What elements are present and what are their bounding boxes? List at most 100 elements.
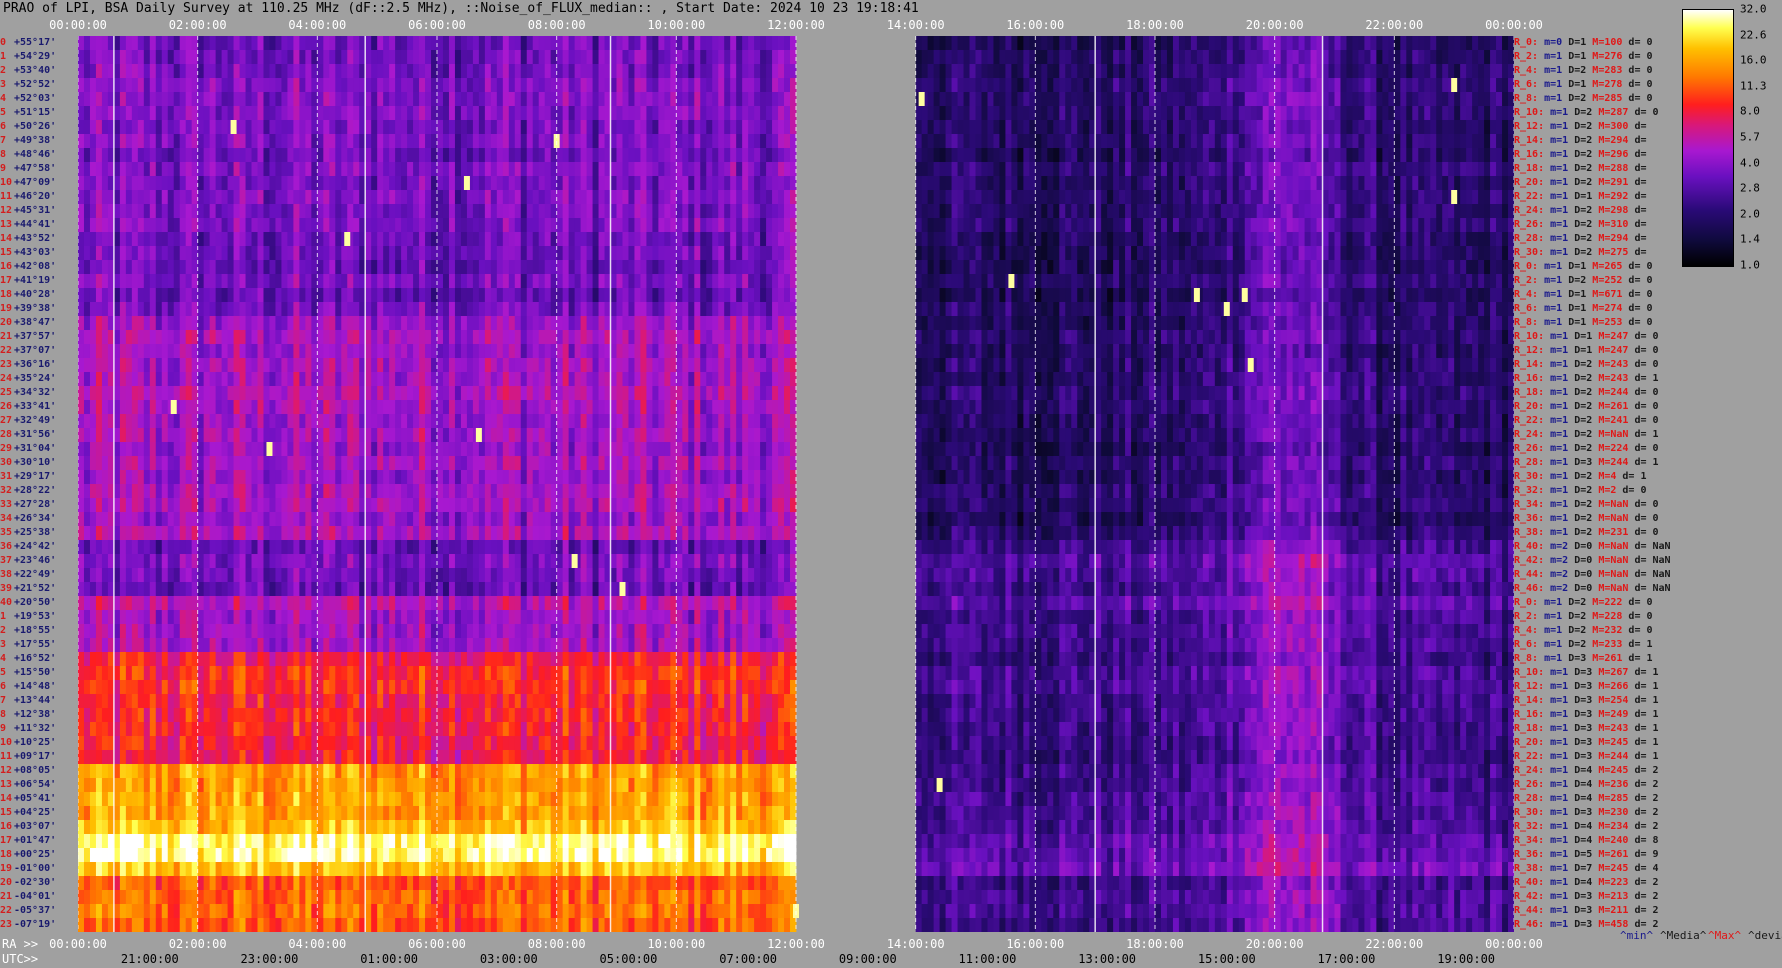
heatmap-cell [119, 36, 127, 51]
heatmap-cell [586, 246, 593, 261]
heatmap-cell [586, 148, 593, 163]
heatmap-cell [1071, 92, 1078, 107]
heatmap-cell [670, 36, 677, 51]
heatmap-cell [191, 176, 199, 191]
heatmap-cell [425, 204, 432, 219]
heatmap-cell [999, 302, 1006, 317]
heatmap-cell [1017, 204, 1024, 219]
heatmap-cell [562, 36, 570, 51]
heatmap-cell [1406, 64, 1413, 79]
heatmap-cell [628, 218, 635, 233]
heatmap-cell [1484, 134, 1491, 149]
heatmap-cell [1298, 260, 1305, 275]
heatmap-cell [748, 50, 755, 65]
heatmap-cell [1502, 176, 1509, 191]
heatmap-cell [155, 176, 163, 191]
heatmap-cell [1119, 302, 1126, 317]
dec-row-label: 7 +49°38' [0, 134, 56, 148]
heatmap-cell [197, 50, 205, 65]
heatmap-cell [1364, 120, 1371, 135]
heatmap-cell [275, 288, 282, 303]
heatmap-cell [927, 162, 935, 177]
heatmap-cell [622, 50, 629, 65]
heatmap-cell [407, 330, 414, 345]
heatmap-cell [323, 232, 330, 247]
heatmap-cell [353, 148, 360, 163]
heatmap-cell [927, 246, 935, 261]
heatmap-cell [544, 260, 552, 275]
heatmap-cell [1490, 302, 1497, 317]
heatmap-cell [999, 134, 1006, 149]
heatmap-cell [1382, 50, 1389, 65]
heatmap-cell [1496, 162, 1503, 177]
heatmap-cell [209, 176, 217, 191]
heatmap-cell [95, 36, 103, 51]
heatmap-cell [466, 50, 474, 65]
heatmap-cell [1370, 246, 1377, 261]
heatmap-cell [215, 176, 222, 191]
dec-row-label: 25 +34°32' [0, 386, 56, 400]
heatmap-cell [179, 260, 187, 275]
heatmap-cell [1232, 246, 1240, 261]
heatmap-cell [1304, 134, 1311, 149]
heatmap-cell [335, 274, 342, 289]
heatmap-cell [550, 36, 558, 51]
heatmap-cell [1340, 162, 1347, 177]
heatmap-cell [1280, 120, 1288, 135]
heatmap-cell [1190, 64, 1198, 79]
heatmap-cell [173, 64, 181, 79]
heatmap-cell [203, 316, 211, 331]
heatmap-cell [502, 218, 510, 233]
heatmap-cell [1394, 36, 1401, 51]
heatmap-cell [407, 78, 414, 93]
heatmap-cell [951, 50, 958, 65]
heatmap-cell [371, 120, 378, 135]
heatmap-cell [1328, 302, 1335, 317]
dec-row-label: 24 +35°24' [0, 372, 56, 386]
heatmap-cell [1442, 232, 1449, 247]
row-index: 7 [0, 135, 7, 146]
heatmap-cell [963, 92, 970, 107]
heatmap-cell [377, 288, 384, 303]
heatmap-cell [1196, 78, 1204, 93]
heatmap-cell [1005, 288, 1012, 303]
heatmap-cell [1226, 218, 1234, 233]
heatmap-cell [748, 260, 755, 275]
heatmap-cell [221, 330, 228, 345]
heatmap-cell [281, 134, 288, 149]
heatmap-cell [514, 204, 522, 219]
heatmap-cell [472, 218, 480, 233]
heatmap-cell [185, 204, 193, 219]
heatmap-cell [1466, 288, 1473, 303]
heatmap-cell [1358, 232, 1365, 247]
heatmap-cell [1131, 134, 1138, 149]
heatmap-cell [742, 288, 749, 303]
heatmap-cell [454, 302, 462, 317]
heatmap-cell [1442, 246, 1449, 261]
heatmap-cell [700, 50, 707, 65]
heatmap-cell [185, 218, 193, 233]
heatmap-cell [1131, 204, 1138, 219]
heatmap-cell [634, 330, 641, 345]
heatmap-cell [425, 232, 432, 247]
heatmap-cell [1352, 120, 1359, 135]
heatmap-cell [1496, 232, 1503, 247]
heatmap-cell [700, 274, 707, 289]
heatmap-cell [526, 274, 534, 289]
heatmap-cell [179, 218, 187, 233]
declination-value: +51°15' [14, 107, 57, 118]
heatmap-cell [1352, 106, 1359, 121]
heatmap-cell [203, 134, 211, 149]
heatmap-cell [975, 36, 982, 51]
heatmap-cell [389, 190, 396, 205]
heatmap-cell [1436, 64, 1443, 79]
heatmap-cell [580, 190, 587, 205]
heatmap-cell [203, 260, 211, 275]
heatmap-cell [706, 204, 713, 219]
heatmap-cell [1274, 190, 1282, 205]
heatmap-cell [526, 78, 534, 93]
heatmap-cell [730, 106, 737, 121]
heatmap-cell [442, 134, 450, 149]
heatmap-cell [1071, 120, 1078, 135]
heatmap-cell [275, 190, 282, 205]
